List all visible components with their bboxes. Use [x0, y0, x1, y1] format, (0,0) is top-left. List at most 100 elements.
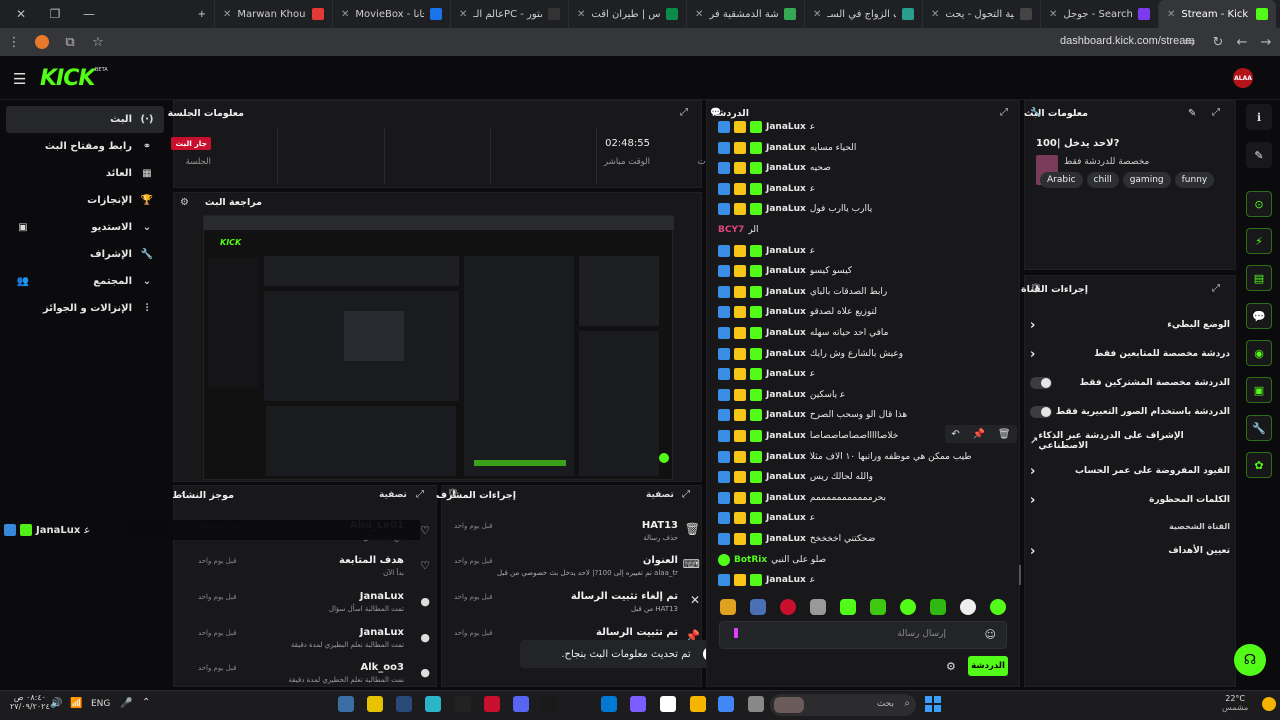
mod-action-item[interactable]: قبل يوم واحد تم إلغاء تثبيت الرسالة من قبل… [448, 591, 700, 625]
channel-action-item[interactable]: › القيود المفروضة على عمر الحساب [1030, 458, 1230, 484]
browser-tab[interactable]: ✕ MovieBox - ت مجانا [332, 0, 450, 28]
close-tab-icon[interactable]: ✕ [459, 9, 467, 20]
chat-message[interactable]: لتوزيع علاه لصدقو JanaLux [718, 302, 1008, 322]
close-tab-icon[interactable]: ✕ [1049, 9, 1057, 20]
browser-tab[interactable]: ✕ Stream - Kick Dashb [1158, 0, 1276, 28]
wrench-icon[interactable]: 🔧 [1246, 415, 1272, 441]
chat-username[interactable]: JanaLux [766, 307, 806, 317]
close-tab-icon[interactable]: ✕ [1167, 9, 1175, 20]
chat-username[interactable]: JanaLux [766, 452, 806, 462]
emote-icon[interactable] [750, 599, 766, 615]
taskbar-app-icon[interactable] [338, 696, 354, 712]
stream-tag[interactable]: Arabic [1040, 172, 1083, 188]
restore-window-icon[interactable]: ❐ [40, 0, 70, 28]
chat-username[interactable]: JanaLux [766, 575, 806, 585]
chat-username[interactable]: JanaLux [766, 369, 806, 379]
browser-tab[interactable]: ✕ عالم الـPC - حلّة ستور [450, 0, 568, 28]
chat-username[interactable]: JanaLux [766, 163, 806, 173]
taskbar-app-icon[interactable] [718, 696, 734, 712]
sidebar-item[interactable]: الإشراف 🔧 [6, 241, 164, 268]
kick-logo[interactable]: KICK [40, 66, 95, 91]
chat-username[interactable]: JanaLux [766, 390, 806, 400]
camera-icon[interactable]: ⊙ [1246, 191, 1272, 217]
url-text[interactable]: dashboard.kick.com/stream [1060, 35, 1195, 47]
chat-username[interactable]: JanaLux [766, 246, 806, 256]
edit-icon[interactable]: ✎ [1188, 108, 1196, 119]
emote-icon[interactable] [840, 599, 856, 615]
stream-tag[interactable]: funny [1174, 172, 1215, 188]
chevron-right-icon[interactable]: › [1030, 318, 1035, 333]
pin-icon[interactable]: 📌 [973, 429, 985, 440]
chat-username[interactable]: JanaLux [766, 349, 806, 359]
browser-tab[interactable]: ✕ المؤشة الدمشقية فر [686, 0, 804, 28]
browser-tab[interactable]: ✕ تكاليف الزواج في السـ [804, 0, 922, 28]
chat-message[interactable]: بحرمممممممممممم JanaLux [718, 488, 1008, 508]
channel-action-item[interactable]: › الكلمات المحظورة [1030, 487, 1230, 513]
chat-message[interactable]: طيب ممكن هي موظفه وراتبها ١٠ الاف مثلاً J… [718, 447, 1008, 467]
sidebar-item[interactable]: العائد ▦ [6, 160, 164, 187]
sidebar-item[interactable]: 👥 المجتمع ⌄ [6, 268, 164, 295]
taskbar-app-icon[interactable] [660, 696, 676, 712]
profile-icon[interactable] [28, 28, 56, 56]
chat-message[interactable]: ع‍‍‍‍‍‍‍‍‍‍‍‍‍‍‍‍‍‍‍‍‍‍‍‍‍‍‍‍‍‍‍‍JanaLux [718, 570, 1008, 590]
chat-message[interactable]: ع‍‍‍‍‍‍‍‍‍‍‍‍‍‍‍‍‍‍‍‍‍‍‍‍‍‍‍‍JanaLux [718, 508, 1008, 528]
channel-action-item[interactable]: › دردشة مخصصة للمتابعين فقط [1030, 341, 1230, 367]
windows-start-icon[interactable] [925, 696, 941, 712]
stream-tag[interactable]: gaming [1122, 172, 1171, 188]
emote-icon[interactable] [780, 599, 796, 615]
preview-settings-icon[interactable]: ⚙ [180, 197, 189, 208]
microphone-icon[interactable]: 🎤 [120, 698, 132, 709]
chat-username[interactable]: JanaLux [766, 287, 806, 297]
close-tab-icon[interactable]: ✕ [813, 9, 821, 20]
channel-action-item[interactable]: القناة الشخصية [1030, 513, 1230, 539]
clock[interactable]: ٠٨:٤٠ ص ٢٧/٠٩/٢٠٢٤ [10, 693, 50, 711]
new-tab-button[interactable]: + [186, 0, 214, 28]
delete-icon[interactable]: 🗑 [998, 429, 1011, 440]
chat-icon[interactable]: 💬 [1246, 303, 1272, 329]
emoji-picker-icon[interactable]: ☺ [985, 628, 996, 641]
chat-message[interactable]: ع‍‍‍‍‍‍‍‍‍‍‍‍‍‍‍‍‍‍‍‍‍‍‍‍‍‍‍‍‍‍‍‍‍‍‍‍‍Ja… [718, 364, 1008, 384]
stream-preview-video[interactable]: KICK [203, 215, 674, 480]
chevron-right-icon[interactable]: › [1030, 347, 1035, 362]
chat-username[interactable]: JanaLux [766, 493, 806, 503]
emote-icon[interactable] [720, 599, 736, 615]
emote-icon[interactable] [990, 599, 1006, 615]
close-tab-icon[interactable]: ✕ [223, 9, 231, 20]
chat-username[interactable]: JanaLux [766, 513, 806, 523]
channel-action-item[interactable]: › تعيين الأهداف [1030, 538, 1230, 564]
chat-message[interactable]: كيسو كيسو JanaLux [718, 261, 1008, 281]
sidebar-item[interactable]: الإنزالات و الجوائز ⫶ [6, 295, 164, 322]
chevron-right-icon[interactable]: › [1030, 464, 1035, 479]
volume-icon[interactable]: 🔊 [50, 698, 62, 709]
channel-action-item[interactable]: الدردشة باستخدام الصور التعبيرية فقط [1030, 399, 1230, 425]
browser-tab[interactable]: ✕ Marwan Khoury - Ko [214, 0, 332, 28]
mod-filter-button[interactable]: تصفية [646, 490, 674, 500]
channel-action-item[interactable]: الدردشة مخصصة المشتركين فقط [1030, 370, 1230, 396]
taskbar-app-icon[interactable] [396, 696, 412, 712]
clipboard-icon[interactable]: ▤ [1246, 265, 1272, 291]
more-options-icon[interactable]: ⋮ [0, 28, 28, 56]
browser-tab[interactable]: ✕ بكم عملية التحول - يحت [922, 0, 1040, 28]
chevron-right-icon[interactable]: › [1030, 493, 1035, 508]
hamburger-menu-icon[interactable]: ☰ [13, 70, 26, 88]
palette-icon[interactable]: ✿ [1246, 452, 1272, 478]
chat-message[interactable]: مافي احد حياته سهله JanaLux [718, 323, 1008, 343]
expand-icon[interactable]: ⤢ [416, 489, 424, 500]
site-settings-icon[interactable]: ⇋ [1176, 28, 1204, 56]
chat-message[interactable]: ع‍‍‍‍‍‍‍‍‍‍‍‍‍JanaLux [718, 117, 1008, 137]
taskbar-app-icon[interactable] [601, 696, 617, 712]
taskbar-app-icon[interactable] [425, 696, 441, 712]
activity-filter-button[interactable]: تصفية [379, 490, 407, 500]
layout-icon[interactable]: ▣ [1246, 377, 1272, 403]
chat-message[interactable]: ع‍‍‍‍‍‍‍‍‍‍‍‍‍‍JanaLux [718, 241, 1008, 261]
chat-message[interactable]: ياارب ياارب فول JanaLux [718, 199, 1008, 219]
chat-username[interactable]: BotRix [734, 555, 767, 565]
chevron-right-icon[interactable]: › [1030, 544, 1035, 559]
chat-message[interactable]: ضحكتني اخخخخخ JanaLux [718, 529, 1008, 549]
close-tab-icon[interactable]: ✕ [577, 9, 585, 20]
reply-icon[interactable]: ↶ [951, 429, 959, 440]
taskbar-app-icon[interactable] [630, 696, 646, 712]
expand-icon[interactable]: ⤢ [1212, 107, 1220, 118]
emote-icon[interactable] [960, 599, 976, 615]
help-support-icon[interactable]: ☊ [1234, 644, 1266, 676]
